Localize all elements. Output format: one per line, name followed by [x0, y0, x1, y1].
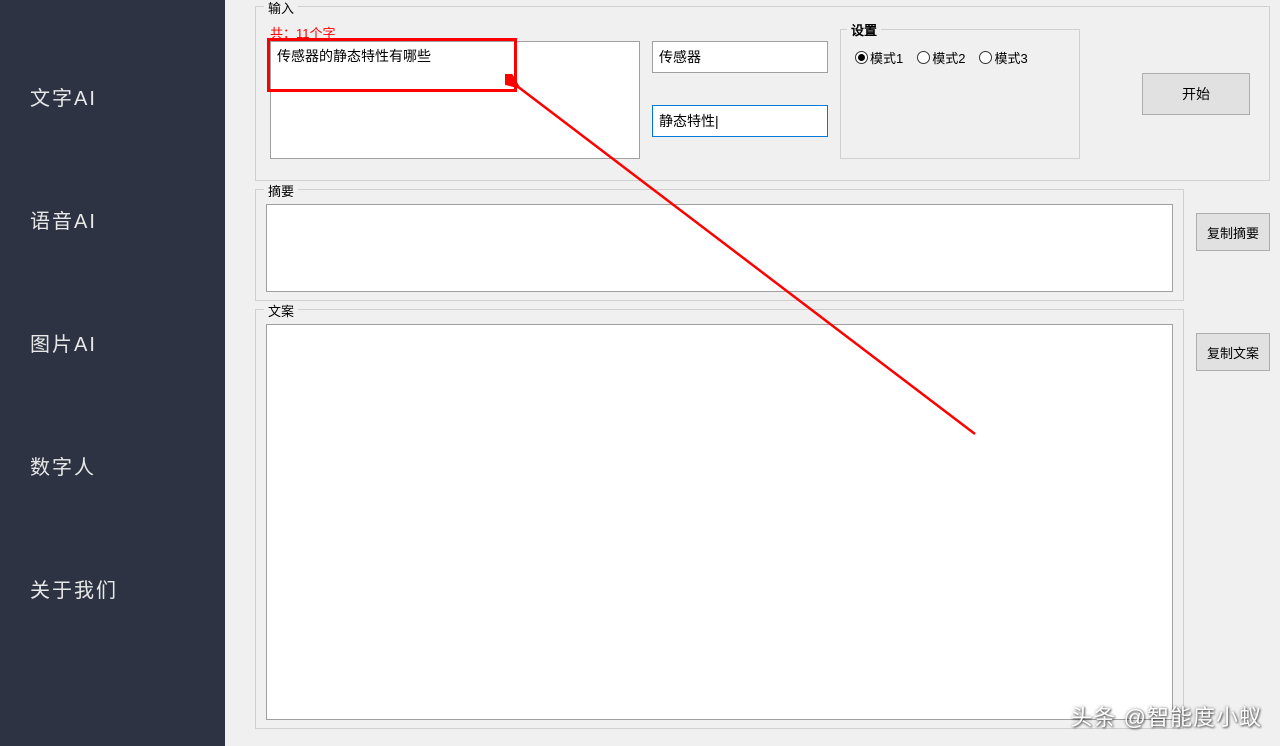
radio-icon: [917, 51, 930, 64]
sidebar-item-about[interactable]: 关于我们: [0, 562, 225, 615]
radio-label: 模式3: [994, 48, 1027, 67]
keyword-input-1[interactable]: [652, 41, 828, 73]
radio-mode-1[interactable]: 模式1: [855, 48, 903, 67]
watermark-text: 头条 @智能度小蚁: [1071, 700, 1262, 732]
main-panel: 输入 共：11个字 设置 模式1 模式2: [225, 0, 1280, 746]
radio-mode-3[interactable]: 模式3: [979, 48, 1027, 67]
radio-icon: [855, 51, 868, 64]
copy-summary-button[interactable]: 复制摘要: [1196, 213, 1270, 251]
sidebar: 文字AI 语音AI 图片AI 数字人 关于我们: [0, 0, 225, 746]
content-groupbox: 文案: [255, 309, 1184, 729]
content-textarea[interactable]: [266, 324, 1173, 720]
main-input-textarea[interactable]: [270, 41, 640, 159]
start-button[interactable]: 开始: [1142, 73, 1250, 115]
settings-title: 设置: [847, 20, 881, 39]
sidebar-item-digital-human[interactable]: 数字人: [0, 439, 225, 492]
radio-label: 模式1: [870, 48, 903, 67]
radio-mode-2[interactable]: 模式2: [917, 48, 965, 67]
input-section-title: 输入: [264, 0, 298, 17]
summary-title: 摘要: [264, 181, 298, 200]
settings-groupbox: 设置 模式1 模式2 模式3: [840, 29, 1080, 159]
sidebar-item-text-ai[interactable]: 文字AI: [0, 70, 225, 123]
sidebar-item-voice-ai[interactable]: 语音AI: [0, 193, 225, 246]
radio-icon: [979, 51, 992, 64]
copy-content-button[interactable]: 复制文案: [1196, 333, 1270, 371]
summary-groupbox: 摘要: [255, 189, 1184, 301]
sidebar-item-image-ai[interactable]: 图片AI: [0, 316, 225, 369]
summary-textarea[interactable]: [266, 204, 1173, 292]
radio-label: 模式2: [932, 48, 965, 67]
char-count-label: 共：11个字: [270, 23, 336, 42]
keyword-input-2[interactable]: [652, 105, 828, 137]
content-title: 文案: [264, 301, 298, 320]
input-groupbox: 输入 共：11个字 设置 模式1 模式2: [255, 6, 1270, 181]
